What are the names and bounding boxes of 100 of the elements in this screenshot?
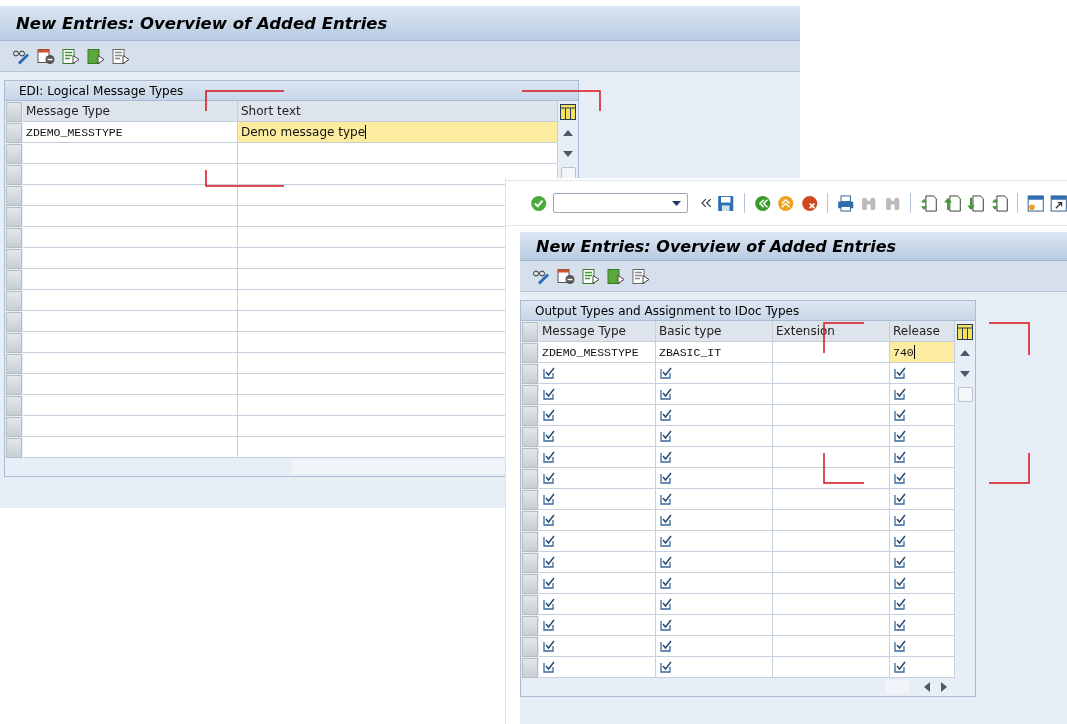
table-cell[interactable] [890, 531, 955, 552]
row-selector[interactable] [6, 228, 22, 248]
row-selector[interactable] [6, 165, 22, 185]
row-selector[interactable] [6, 375, 22, 395]
first-page-icon[interactable] [920, 194, 938, 212]
table-cell[interactable] [23, 374, 238, 395]
column-settings-icon[interactable] [957, 323, 973, 340]
table-cell[interactable]: Demo message type [238, 122, 558, 143]
table-cell[interactable] [773, 426, 890, 447]
table-cell[interactable] [890, 615, 955, 636]
table-cell[interactable] [773, 510, 890, 531]
row-selector[interactable] [522, 469, 538, 489]
table-cell[interactable] [890, 405, 955, 426]
row-selector[interactable] [522, 637, 538, 657]
table-cell[interactable] [539, 447, 656, 468]
table-cell[interactable] [773, 573, 890, 594]
table-cell[interactable] [773, 342, 890, 363]
table-cell[interactable] [539, 426, 656, 447]
table-cell[interactable] [890, 426, 955, 447]
table-cell[interactable] [23, 143, 238, 164]
table-cell[interactable] [23, 395, 238, 416]
row-selector[interactable] [6, 417, 22, 437]
table-cell[interactable] [656, 447, 773, 468]
row-selector[interactable] [6, 312, 22, 332]
column-header[interactable]: Message Type [539, 321, 656, 342]
row-selector[interactable] [522, 343, 538, 363]
row-selector[interactable] [522, 490, 538, 510]
table-corner[interactable] [6, 102, 22, 122]
column-header[interactable]: Release [890, 321, 955, 342]
table-cell[interactable] [890, 489, 955, 510]
table-cell[interactable] [773, 657, 890, 678]
table-cell[interactable] [656, 594, 773, 615]
table-cell[interactable] [539, 657, 656, 678]
row-selector[interactable] [6, 186, 22, 206]
table-cell[interactable] [890, 594, 955, 615]
table-cell[interactable] [23, 332, 238, 353]
table-cell[interactable] [23, 206, 238, 227]
scroll-down-icon[interactable] [960, 370, 970, 377]
row-selector[interactable] [522, 364, 538, 384]
print-icon[interactable] [836, 194, 855, 212]
table-cell[interactable] [656, 573, 773, 594]
command-field[interactable] [553, 193, 688, 213]
table-cell[interactable] [23, 353, 238, 374]
table-cell[interactable] [890, 657, 955, 678]
table-cell[interactable] [238, 164, 558, 185]
table-cell[interactable] [656, 405, 773, 426]
table-cell[interactable] [23, 227, 238, 248]
save-icon[interactable] [717, 194, 735, 212]
row-selector[interactable] [6, 354, 22, 374]
column-header[interactable]: Short text [238, 101, 558, 122]
table-cell[interactable] [539, 468, 656, 489]
row-selector[interactable] [522, 595, 538, 615]
table-cell[interactable] [539, 615, 656, 636]
table-cell[interactable] [773, 531, 890, 552]
glasses-pencil-icon[interactable] [12, 47, 30, 65]
table-cell[interactable] [890, 573, 955, 594]
table-cell[interactable] [773, 468, 890, 489]
row-selector[interactable] [6, 123, 22, 143]
select-all-icon[interactable] [62, 47, 80, 65]
scroll-down-icon[interactable] [563, 150, 573, 157]
row-selector[interactable] [522, 532, 538, 552]
row-selector[interactable] [522, 427, 538, 447]
table-cell[interactable] [656, 615, 773, 636]
back-icon[interactable] [753, 194, 772, 212]
table-cell[interactable] [773, 363, 890, 384]
scroll-up-icon[interactable] [563, 129, 573, 136]
table-cell[interactable] [539, 573, 656, 594]
delete-row-icon[interactable] [557, 267, 575, 285]
scroll-thumb[interactable] [957, 387, 973, 402]
deselect-all-icon[interactable] [112, 47, 130, 65]
table-cell[interactable] [773, 447, 890, 468]
glasses-pencil-icon[interactable] [532, 267, 550, 285]
table-corner[interactable] [522, 322, 538, 342]
table-cell[interactable] [890, 468, 955, 489]
select-block-icon[interactable] [87, 47, 105, 65]
table-cell[interactable] [773, 489, 890, 510]
table-cell[interactable] [539, 405, 656, 426]
table-cell[interactable] [23, 269, 238, 290]
table-cell[interactable] [539, 531, 656, 552]
table-cell[interactable] [539, 363, 656, 384]
row-selector[interactable] [6, 144, 22, 164]
table-cell[interactable] [23, 311, 238, 332]
column-header[interactable]: Basic type [656, 321, 773, 342]
table-cell[interactable] [656, 657, 773, 678]
table-cell[interactable] [656, 489, 773, 510]
table-cell[interactable] [539, 489, 656, 510]
row-selector[interactable] [522, 511, 538, 531]
row-selector[interactable] [522, 658, 538, 678]
table-cell[interactable] [656, 384, 773, 405]
table-cell[interactable] [890, 447, 955, 468]
table-cell[interactable] [773, 384, 890, 405]
row-selector[interactable] [6, 207, 22, 227]
row-selector[interactable] [6, 438, 22, 458]
select-all-icon[interactable] [582, 267, 600, 285]
table-cell[interactable] [890, 552, 955, 573]
scroll-right-icon[interactable] [941, 682, 947, 692]
last-page-icon[interactable] [990, 194, 1009, 212]
table-cell[interactable] [23, 290, 238, 311]
table-cell[interactable] [773, 615, 890, 636]
table-cell[interactable] [656, 531, 773, 552]
